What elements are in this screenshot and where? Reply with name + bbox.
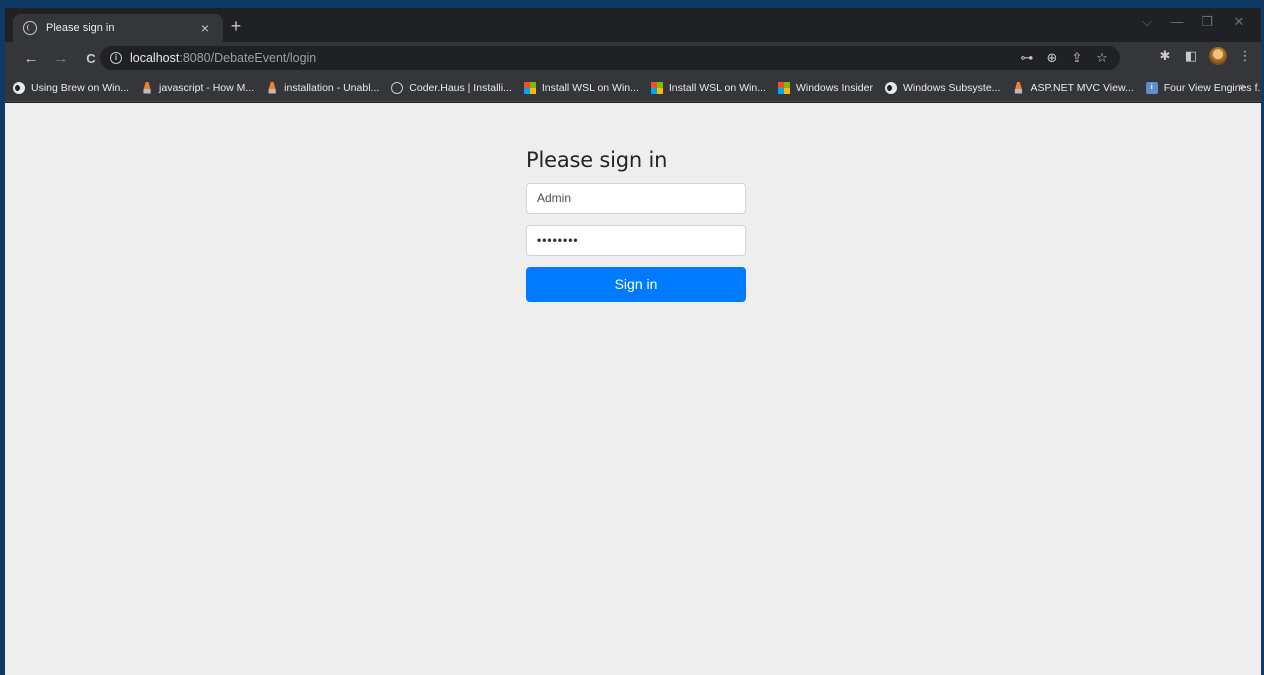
bookmark-item[interactable]: ASP.NET MVC View... bbox=[1012, 81, 1134, 94]
sign-in-button[interactable]: Sign in bbox=[526, 267, 746, 302]
info-icon: i bbox=[1145, 81, 1158, 94]
stackoverflow-icon bbox=[143, 81, 151, 94]
site-info-icon[interactable]: i bbox=[110, 52, 122, 64]
profile-avatar[interactable] bbox=[1209, 47, 1227, 65]
bookmark-label: Coder.Haus | Installi... bbox=[409, 81, 512, 94]
tab-close-icon[interactable]: × bbox=[197, 20, 213, 36]
medium-icon bbox=[884, 81, 897, 94]
forward-button[interactable]: → bbox=[49, 50, 73, 67]
bookmark-item[interactable]: javascript - How M... bbox=[141, 81, 255, 94]
toolbar: ← → C i localhost:8080/DebateEvent/login… bbox=[5, 42, 1261, 74]
medium-icon bbox=[13, 81, 25, 94]
close-window-button[interactable]: ✕ bbox=[1225, 14, 1253, 30]
microsoft-icon bbox=[650, 81, 663, 94]
url-path: :8080/DebateEvent/login bbox=[179, 51, 317, 65]
globe-icon bbox=[391, 81, 404, 94]
extensions-icon[interactable]: ✱ bbox=[1157, 48, 1173, 64]
bookmark-label: Four View Engines f... bbox=[1163, 81, 1261, 94]
bookmark-item[interactable]: Install WSL on Win... bbox=[650, 81, 766, 94]
side-panel-icon[interactable]: ◧ bbox=[1183, 48, 1199, 64]
bookmark-label: installation - Unabl... bbox=[284, 81, 380, 94]
tab-strip: Please sign in × + ⌵ — ❐ ✕ bbox=[5, 8, 1261, 42]
stackoverflow-icon bbox=[1014, 81, 1023, 94]
bookmark-label: Windows Insider bbox=[795, 81, 873, 94]
bookmark-label: ASP.NET MVC View... bbox=[1030, 81, 1134, 94]
bookmark-item[interactable]: Windows Insider bbox=[777, 81, 873, 94]
tab-title: Please sign in bbox=[46, 22, 115, 34]
browser-window: Please sign in × + ⌵ — ❐ ✕ ← → C i local… bbox=[5, 8, 1261, 675]
new-tab-button[interactable]: + bbox=[225, 16, 247, 36]
bookmark-label: javascript - How M... bbox=[159, 81, 255, 94]
back-button[interactable]: ← bbox=[19, 50, 43, 67]
minimize-button[interactable]: — bbox=[1163, 14, 1191, 29]
tab-login[interactable]: Please sign in × bbox=[13, 14, 223, 42]
stackoverflow-icon bbox=[268, 81, 276, 94]
tab-search-icon[interactable]: ⌵ bbox=[1133, 14, 1161, 30]
zoom-icon[interactable]: ⊕ bbox=[1044, 50, 1060, 66]
address-bar[interactable]: i localhost:8080/DebateEvent/login ⊶ ⊕ ⇪… bbox=[100, 46, 1120, 70]
bookmark-item[interactable]: installation - Unabl... bbox=[266, 81, 380, 94]
page-content: Please sign in Admin •••••••• Sign in bbox=[5, 103, 1261, 675]
menu-icon[interactable]: ⋮ bbox=[1237, 48, 1253, 64]
bookmark-item[interactable]: Coder.Haus | Installi... bbox=[391, 81, 512, 94]
bookmarks-bar: Using Brew on Win... javascript - How M.… bbox=[5, 74, 1261, 102]
bookmark-label: Using Brew on Win... bbox=[31, 81, 130, 94]
share-icon[interactable]: ⇪ bbox=[1069, 50, 1085, 66]
microsoft-icon bbox=[777, 81, 790, 94]
globe-icon bbox=[23, 21, 37, 35]
bookmark-star-icon[interactable]: ☆ bbox=[1094, 50, 1110, 66]
bookmark-item[interactable]: Windows Subsyste... bbox=[884, 81, 1001, 94]
restore-button[interactable]: ❐ bbox=[1193, 14, 1221, 30]
page-title: Please sign in bbox=[526, 148, 668, 172]
bookmark-item[interactable]: Using Brew on Win... bbox=[13, 81, 130, 94]
bookmark-label: Windows Subsyste... bbox=[902, 81, 1001, 94]
username-input[interactable]: Admin bbox=[526, 183, 746, 214]
bookmarks-overflow-button[interactable]: » bbox=[1239, 81, 1245, 93]
bookmark-label: Install WSL on Win... bbox=[541, 81, 639, 94]
bookmark-label: Install WSL on Win... bbox=[668, 81, 766, 94]
url-host: localhost bbox=[130, 51, 180, 65]
microsoft-icon bbox=[523, 81, 536, 94]
password-input[interactable]: •••••••• bbox=[526, 225, 746, 256]
bookmark-item[interactable]: Install WSL on Win... bbox=[523, 81, 639, 94]
key-icon[interactable]: ⊶ bbox=[1019, 50, 1035, 66]
login-form: Please sign in Admin •••••••• Sign in bbox=[526, 148, 746, 302]
